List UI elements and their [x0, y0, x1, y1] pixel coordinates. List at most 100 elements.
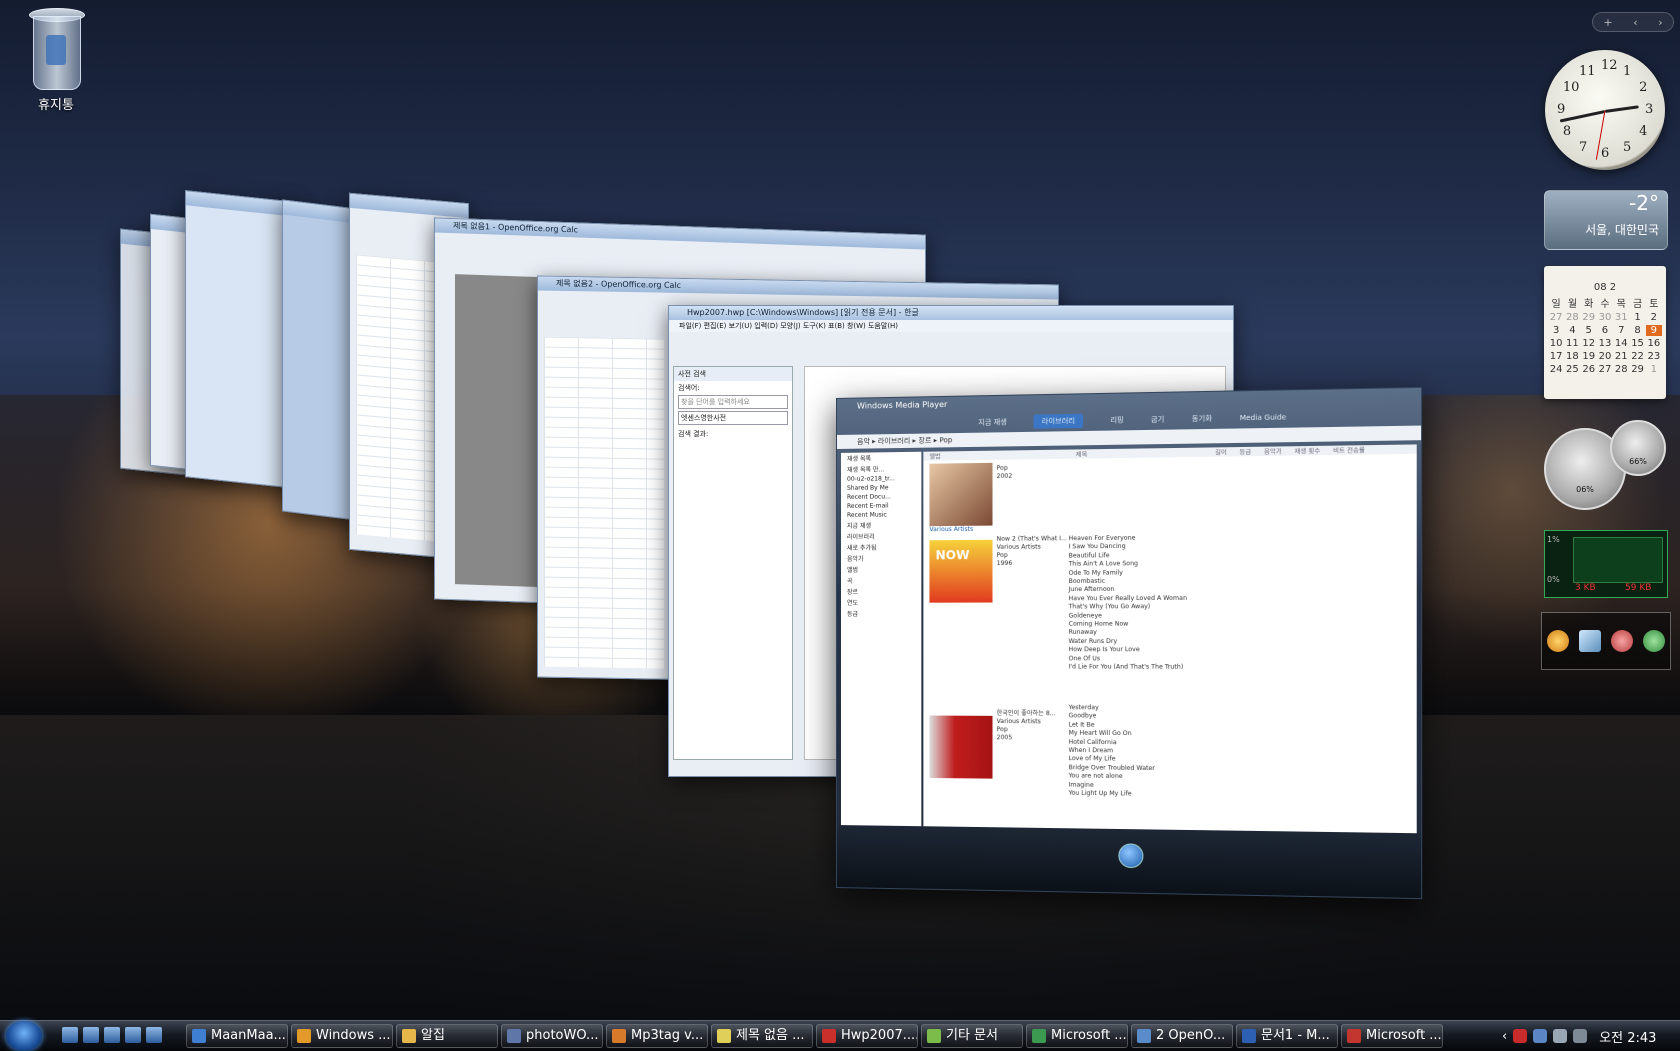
- track-row[interactable]: Coming Home Now: [1069, 620, 1187, 629]
- panel-dictionary-select[interactable]: 엣센스영한사전: [678, 411, 788, 425]
- tab-burn[interactable]: 굽기: [1151, 414, 1165, 424]
- tab-rip[interactable]: 리핑: [1110, 415, 1123, 425]
- nav-item[interactable]: 라이브러리: [841, 530, 921, 542]
- tab-library[interactable]: 라이브러리: [1033, 413, 1084, 429]
- tools-icon[interactable]: [1611, 630, 1633, 652]
- taskbar-button[interactable]: Microsoft ...: [1026, 1024, 1128, 1048]
- calendar-day[interactable]: 23: [1646, 351, 1662, 362]
- taskbar-button[interactable]: 2 OpenO...: [1131, 1024, 1233, 1048]
- calendar-day[interactable]: 18: [1564, 351, 1580, 362]
- update-icon[interactable]: [1643, 630, 1665, 652]
- calendar-day[interactable]: 13: [1597, 338, 1613, 349]
- calendar-day[interactable]: 22: [1629, 351, 1645, 362]
- column-header[interactable]: 길이: [1215, 447, 1227, 456]
- nav-item[interactable]: 연도: [841, 597, 921, 608]
- add-gadget-icon[interactable]: +: [1603, 16, 1612, 29]
- calendar-day[interactable]: 6: [1597, 325, 1613, 336]
- column-header[interactable]: 재생 횟수: [1294, 446, 1320, 456]
- nav-item[interactable]: 장르: [841, 586, 921, 597]
- security-icon[interactable]: [1513, 1029, 1528, 1043]
- info-icon[interactable]: [1547, 630, 1569, 652]
- tray-expand-icon[interactable]: ‹: [1502, 1029, 1507, 1044]
- track-row[interactable]: Have You Ever Really Loved A Woman: [1069, 595, 1187, 604]
- calendar-day[interactable]: 25: [1564, 364, 1580, 375]
- calendar-day[interactable]: 14: [1613, 338, 1629, 349]
- calendar-day[interactable]: 21: [1613, 351, 1629, 362]
- taskbar-button[interactable]: Mp3tag v...: [606, 1024, 708, 1048]
- show-desktop-icon[interactable]: [62, 1027, 78, 1043]
- nav-item[interactable]: 앨범: [841, 563, 921, 574]
- tab-sync[interactable]: 동기화: [1192, 413, 1212, 424]
- track-row[interactable]: I'd Lie For You (And That's The Truth): [1069, 663, 1187, 672]
- taskbar-button[interactable]: 제목 없음 ...: [711, 1024, 813, 1048]
- calendar-day[interactable]: 5: [1581, 325, 1597, 336]
- calendar-day[interactable]: 19: [1581, 351, 1597, 362]
- panel-search-input[interactable]: 찾을 단어를 입력하세요: [678, 395, 788, 409]
- track-row[interactable]: Runaway: [1069, 629, 1187, 638]
- flip3d-window-media-player[interactable]: Windows Media Player 지금 재생 라이브러리 리핑 굽기 동…: [836, 386, 1423, 900]
- calendar-day[interactable]: 29: [1581, 312, 1597, 323]
- weather-gadget[interactable]: -2° 서울, 대한민국: [1544, 190, 1668, 250]
- tab-media-guide[interactable]: Media Guide: [1240, 413, 1287, 422]
- calendar-day[interactable]: 4: [1564, 325, 1580, 336]
- track-row[interactable]: Water Runs Dry: [1069, 638, 1187, 647]
- quick-launch-icon[interactable]: [146, 1027, 162, 1043]
- network-icon[interactable]: [1533, 1029, 1548, 1043]
- column-header[interactable]: 음악가: [1264, 446, 1282, 455]
- taskbar-button[interactable]: photoWO...: [501, 1024, 603, 1048]
- column-header[interactable]: 제목: [1076, 449, 1087, 458]
- nav-item[interactable]: 지금 재생: [841, 519, 921, 531]
- nav-item[interactable]: 곡: [841, 575, 921, 586]
- nav-item[interactable]: 새로 추가됨: [841, 541, 921, 553]
- calendar-day[interactable]: 9: [1645, 325, 1662, 336]
- track-row[interactable]: That's Why (You Go Away): [1069, 603, 1187, 612]
- calendar-day[interactable]: 20: [1597, 351, 1613, 362]
- taskbar-button[interactable]: 알집: [396, 1024, 498, 1048]
- taskbar-clock[interactable]: 오전 2:43: [1599, 1027, 1656, 1046]
- calendar-day[interactable]: 3: [1548, 325, 1564, 336]
- column-header[interactable]: 등급: [1239, 447, 1251, 456]
- taskbar-button[interactable]: Hwp2007....: [816, 1024, 918, 1048]
- calendar-day[interactable]: 28: [1613, 364, 1629, 375]
- nav-item[interactable]: 등급: [841, 608, 921, 619]
- track-row[interactable]: How Deep Is Your Love: [1069, 646, 1187, 655]
- calendar-day[interactable]: 15: [1629, 338, 1645, 349]
- calendar-day[interactable]: 7: [1613, 325, 1629, 336]
- album-art[interactable]: [929, 539, 993, 603]
- nav-item[interactable]: 음악가: [841, 552, 921, 564]
- volume-icon[interactable]: [1553, 1029, 1568, 1043]
- taskbar-button[interactable]: 기타 문서: [921, 1024, 1023, 1048]
- track-row[interactable]: Goodbye: [1069, 713, 1155, 722]
- start-button[interactable]: [6, 1021, 42, 1051]
- next-icon[interactable]: ›: [1658, 16, 1662, 29]
- album-art[interactable]: [929, 715, 993, 779]
- network-monitor-gadget[interactable]: 1% 0% 3 KB 59 KB: [1544, 530, 1668, 598]
- tray-app-icon[interactable]: [1573, 1029, 1588, 1043]
- calendar-day[interactable]: 30: [1597, 312, 1613, 323]
- switch-windows-icon[interactable]: [83, 1027, 99, 1043]
- calendar-day[interactable]: 2: [1646, 312, 1662, 323]
- taskbar-button[interactable]: Microsoft ...: [1341, 1024, 1443, 1048]
- track-row[interactable]: You Light Up My Life: [1069, 790, 1155, 800]
- taskbar-button[interactable]: MaanMaa...: [186, 1024, 288, 1048]
- column-header[interactable]: 비트 전송률: [1333, 445, 1365, 455]
- calendar-day[interactable]: 27: [1597, 364, 1613, 375]
- track-row[interactable]: My Heart Will Go On: [1069, 730, 1155, 739]
- track-row[interactable]: Goldeneye: [1069, 612, 1187, 621]
- album-art[interactable]: [929, 462, 993, 527]
- flip3d-window-explorer[interactable]: [185, 190, 297, 489]
- previous-icon[interactable]: ‹: [1633, 16, 1637, 29]
- calendar-day[interactable]: 26: [1581, 364, 1597, 375]
- play-pause-button[interactable]: [1118, 843, 1144, 869]
- calendar-day[interactable]: 1: [1629, 312, 1645, 323]
- calendar-day[interactable]: 11: [1564, 338, 1580, 349]
- media-player-icon[interactable]: [125, 1027, 141, 1043]
- calendar-day[interactable]: 10: [1548, 338, 1564, 349]
- calendar-day[interactable]: 29: [1629, 364, 1645, 375]
- calendar-day[interactable]: 8: [1629, 325, 1645, 336]
- calendar-day[interactable]: 28: [1564, 312, 1580, 323]
- desktop-icon-recycle-bin[interactable]: 휴지통: [14, 4, 98, 113]
- calendar-day[interactable]: 27: [1548, 312, 1564, 323]
- track-row[interactable]: One Of Us: [1069, 655, 1187, 664]
- tab-now-playing[interactable]: 지금 재생: [978, 417, 1007, 428]
